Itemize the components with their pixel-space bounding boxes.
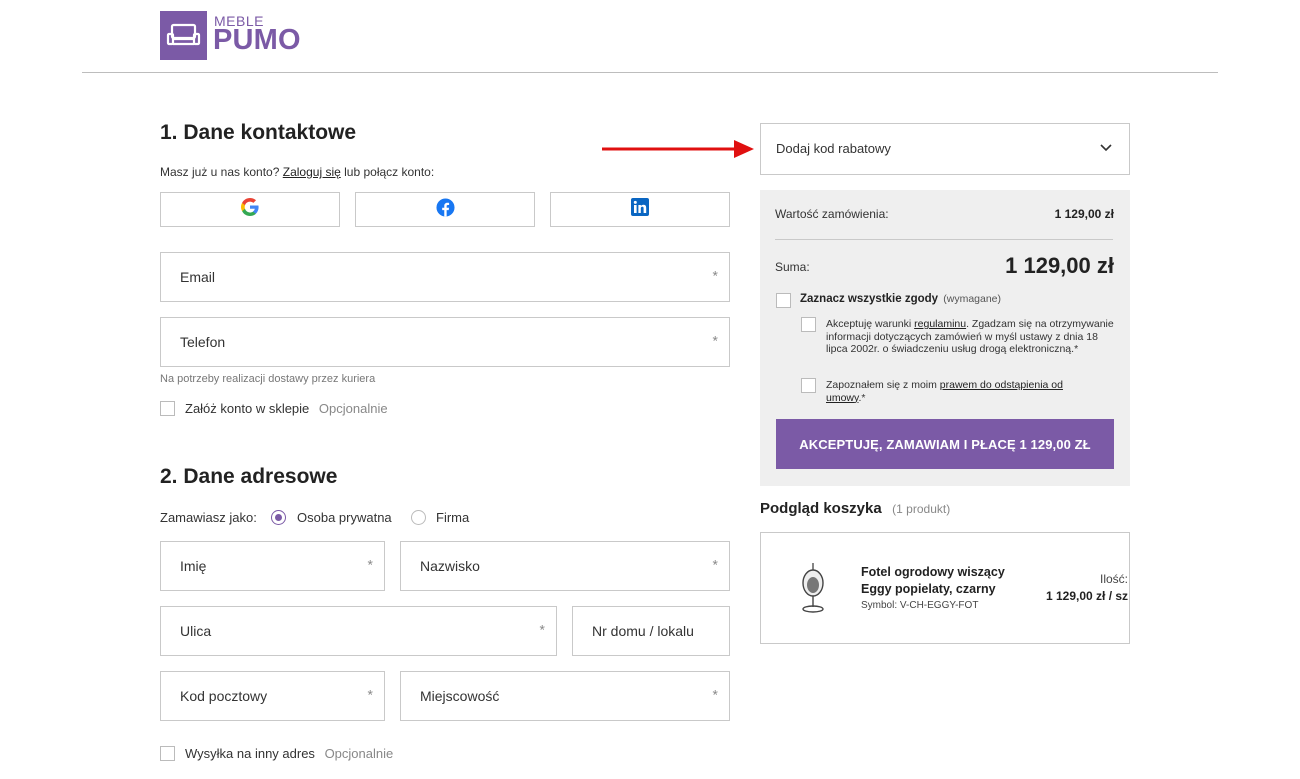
chevron-down-icon (1099, 141, 1113, 160)
order-value-label: Wartość zamówienia: (775, 207, 889, 221)
withdrawal-consent-text: Zapoznałem się z moim prawem do odstąpie… (826, 379, 1086, 404)
radio-private-label[interactable]: Osoba prywatna (297, 510, 392, 525)
login-link[interactable]: Zaloguj się (283, 165, 341, 179)
summary-divider (775, 239, 1113, 240)
radio-company-label[interactable]: Firma (436, 510, 469, 525)
facebook-login-button[interactable] (355, 192, 535, 227)
street-label: Ulica (180, 623, 212, 639)
product-thumbnail[interactable] (799, 561, 827, 615)
required-mark: * (367, 556, 373, 573)
all-consents-label: Zaznacz wszystkie zgody (800, 293, 939, 305)
account-prefix: Masz już u nas konto? (160, 165, 280, 179)
google-login-button[interactable] (160, 192, 340, 227)
house-number-label: Nr domu / lokalu (592, 623, 694, 639)
ship-other-address-checkbox[interactable] (160, 746, 175, 761)
linkedin-icon (631, 198, 649, 221)
email-label: Email (180, 269, 216, 285)
order-summary-panel: Wartość zamówienia: 1 129,00 zł Suma: 1 … (760, 190, 1130, 486)
discount-code-toggle[interactable]: Dodaj kod rabatowy (760, 123, 1130, 175)
last-name-label: Nazwisko (420, 558, 480, 574)
postal-code-field[interactable]: Kod pocztowy * (160, 671, 385, 721)
ship-other-label: Wysyłka na inny adres (185, 746, 315, 761)
red-arrow-icon (602, 140, 754, 158)
site-header: MEBLE PUMO (0, 0, 1300, 73)
all-consents-note: (wymagane) (943, 293, 1002, 305)
brand-main-text: PUMO (213, 24, 301, 56)
city-label: Miejscowość (420, 688, 500, 704)
radio-private-person[interactable] (271, 510, 286, 525)
withdrawal-prefix: Zapoznałem się z moim (826, 379, 937, 391)
all-consents-checkbox[interactable] (776, 293, 791, 308)
required-mark: * (367, 686, 373, 703)
account-prompt: Masz już u nas konto? Zaloguj się lub po… (160, 165, 434, 179)
cart-preview-heading: Podgląd koszyka (1 produkt) (760, 500, 950, 518)
last-name-field[interactable]: Nazwisko * (400, 541, 730, 591)
terms-consent-text: Akceptuję warunki regulaminu. Zgadzam si… (826, 318, 1114, 356)
phone-hint: Na potrzeby realizacji dostawy przez kur… (160, 373, 376, 385)
required-mark: * (712, 267, 718, 284)
first-name-field[interactable]: Imię * (160, 541, 385, 591)
optional-label: Opcjonalnie (318, 401, 388, 416)
email-field[interactable]: Email * (160, 252, 730, 302)
linkedin-login-button[interactable] (550, 192, 730, 227)
street-field[interactable]: Ulica * (160, 606, 557, 656)
product-name[interactable]: Fotel ogrodowy wiszący Eggy popielaty, c… (861, 564, 1005, 598)
required-mark: * (539, 621, 545, 638)
header-divider (82, 72, 1218, 73)
required-mark: * (712, 332, 718, 349)
terms-prefix: Akceptuję warunki (826, 318, 912, 330)
postal-code-label: Kod pocztowy (180, 688, 268, 704)
brand-logo[interactable]: MEBLE PUMO (160, 11, 310, 60)
city-field[interactable]: Miejscowość * (400, 671, 730, 721)
discount-label: Dodaj kod rabatowy (776, 141, 891, 156)
place-order-button[interactable]: AKCEPTUJĘ, ZAMAWIAM I PŁACĘ 1 129,00 ZŁ (776, 419, 1114, 469)
withdrawal-suffix: .* (858, 391, 866, 404)
contact-section-title: 1. Dane kontaktowe (160, 121, 357, 144)
create-account-row: Załóż konto w sklepie Opcjonalnie (185, 401, 388, 416)
facebook-icon (435, 197, 455, 222)
cart-item: Fotel ogrodowy wiszący Eggy popielaty, c… (760, 532, 1130, 644)
optional-label: Opcjonalnie (324, 746, 394, 761)
order-value: 1 129,00 zł (1054, 207, 1114, 221)
terms-consent-checkbox[interactable] (801, 317, 816, 332)
google-icon (240, 197, 260, 222)
house-number-field[interactable]: Nr domu / lokalu (572, 606, 730, 656)
terms-link[interactable]: regulaminu (914, 318, 966, 330)
required-mark: * (712, 556, 718, 573)
order-as-label: Zamawiasz jako: (160, 510, 257, 525)
account-suffix: lub połącz konto: (344, 165, 435, 179)
radio-company[interactable] (411, 510, 426, 525)
product-symbol: Symbol: V-CH-EGGY-FOT (861, 600, 979, 611)
armchair-logo-icon (160, 11, 207, 60)
address-section-title: 2. Dane adresowe (160, 465, 338, 488)
withdrawal-consent-checkbox[interactable] (801, 378, 816, 393)
create-account-checkbox[interactable] (160, 401, 175, 416)
create-account-label: Załóż konto w sklepie (185, 401, 310, 416)
cart-count: (1 produkt) (892, 502, 951, 516)
product-price: 1 129,00 zł / sz (1046, 589, 1129, 603)
all-consents-row: Zaznacz wszystkie zgody (wymagane) (800, 293, 1001, 305)
product-name-line1: Fotel ogrodowy wiszący (861, 565, 1005, 579)
total-label: Suma: (775, 260, 810, 274)
total-value: 1 129,00 zł (1005, 253, 1114, 278)
phone-field[interactable]: Telefon * (160, 317, 730, 367)
product-name-line2: Eggy popielaty, czarny (861, 582, 996, 596)
phone-label: Telefon (180, 334, 226, 350)
qty-label: Ilość: (1100, 572, 1129, 586)
cart-title: Podgląd koszyka (760, 500, 882, 517)
required-mark: * (712, 686, 718, 703)
first-name-label: Imię (180, 558, 207, 574)
ship-other-row: Wysyłka na inny adres Opcjonalnie (185, 746, 393, 761)
